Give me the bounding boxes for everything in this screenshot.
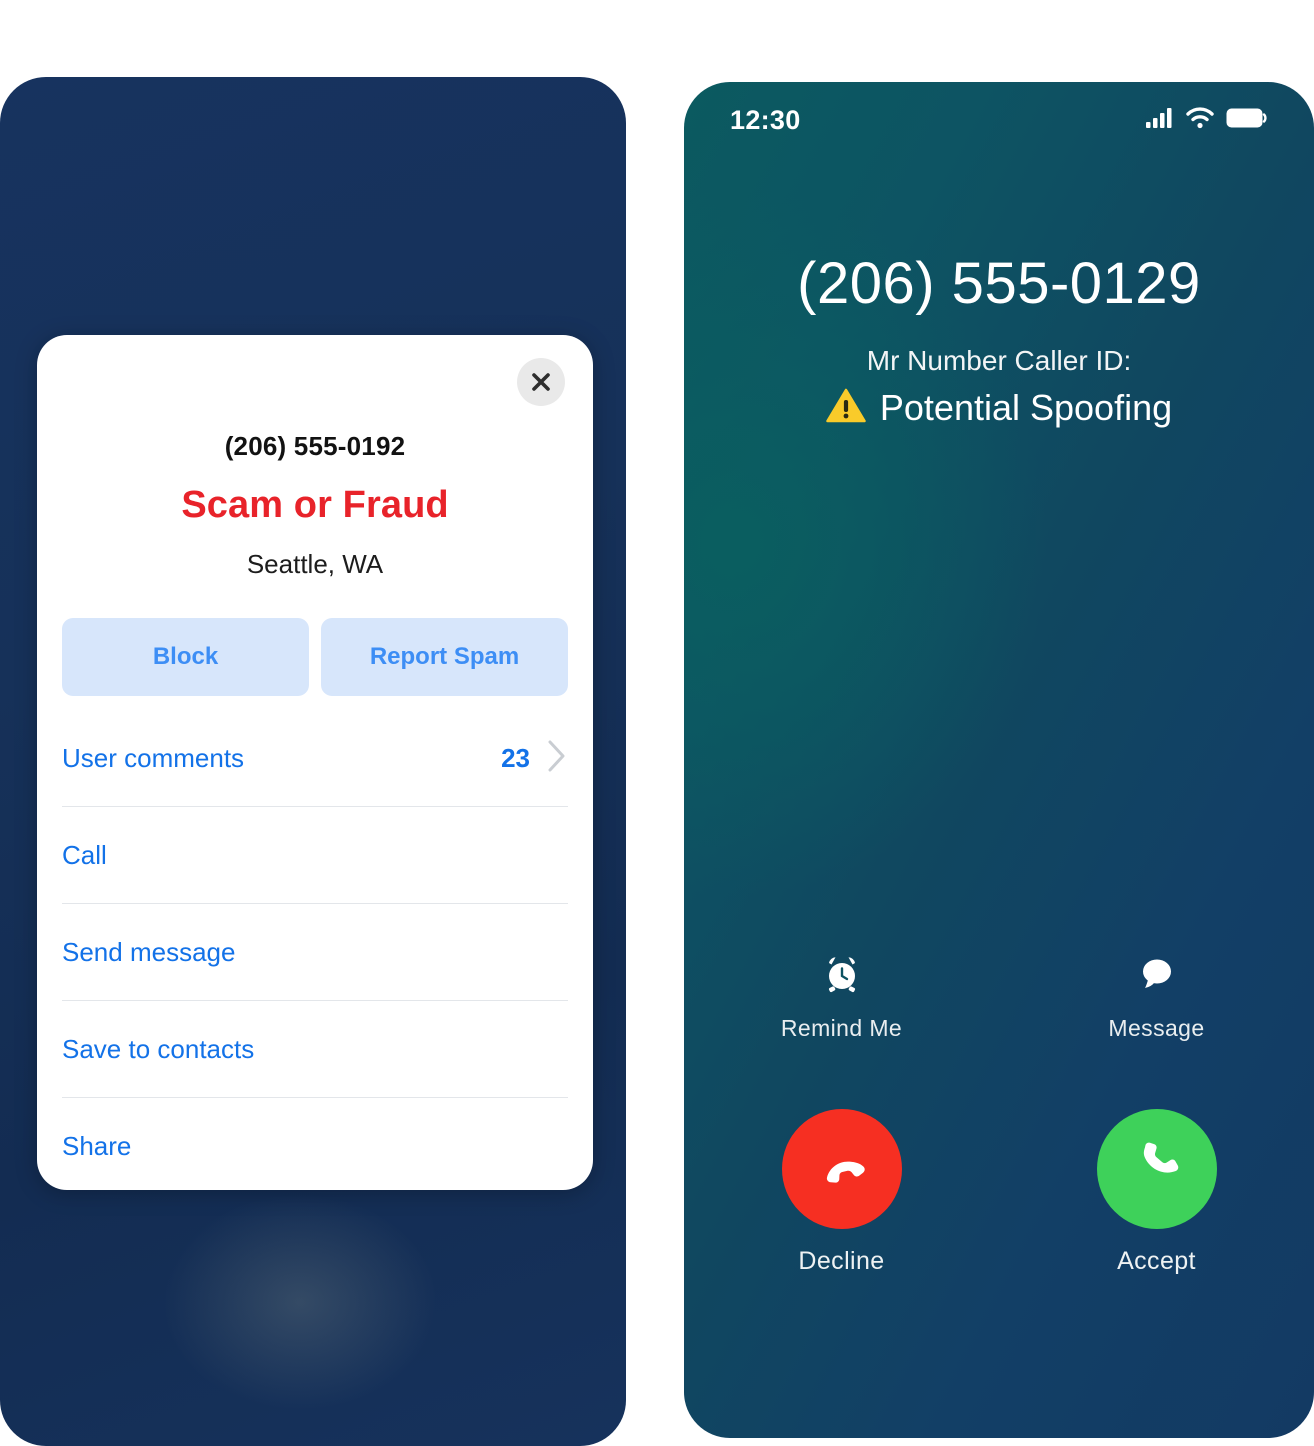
accept-circle [1096,1109,1217,1229]
remind-me-button[interactable]: Remind Me [684,954,999,1042]
menu-item-user-comments[interactable]: User comments 23 [62,710,568,807]
phone-down-icon [811,1136,873,1203]
card-location-label: Seattle, WA [246,549,384,579]
phone-up-icon [1128,1138,1186,1201]
menu-item-trailing: 23 [501,739,568,778]
wifi-icon [1186,106,1214,134]
chevron-right-icon [546,739,568,778]
menu-item-send-message[interactable]: Send message [62,904,568,1001]
remind-me-label: Remind Me [780,1015,903,1041]
decline-circle [781,1109,902,1229]
menu-item-save-to-contacts[interactable]: Save to contacts [62,1001,568,1098]
cellular-signal-icon [1146,107,1174,134]
card-verdict-label: Scam or Fraud [181,484,449,526]
message-bubble-icon [1137,954,1177,999]
decline-label: Decline [798,1247,885,1275]
spam-info-card: (206) 555-0192 Scam or Fraud Seattle, WA… [37,335,593,1190]
secondary-action-row: Remind Me Message [684,954,1314,1042]
call-action-row: Decline Accept [684,1109,1314,1276]
message-label: Message [1108,1015,1205,1041]
report-spam-button[interactable]: Report Spam [321,618,568,696]
left-phone-mockup: (206) 555-0192 Scam or Fraud Seattle, WA… [0,77,626,1446]
close-icon [529,370,553,394]
decline-call-button[interactable]: Decline [684,1109,999,1276]
status-bar-time: 12:30 [730,104,801,135]
warning-triangle-icon [826,388,866,429]
status-bar-icons [1146,106,1268,134]
battery-icon [1226,107,1268,134]
caller-id-label: Mr Number Caller ID: [866,345,1132,376]
menu-item-label: Share [62,1130,132,1161]
alarm-clock-icon [822,954,862,999]
right-phone-mockup: 12:30 (206) 555-0129 Mr Number Caller ID… [684,82,1314,1438]
menu-item-label: Call [62,839,107,870]
menu-item-share[interactable]: Share [62,1098,568,1190]
menu-item-label: User comments [62,742,245,773]
caller-id-status-text: Potential Spoofing [879,387,1173,428]
close-button[interactable] [517,358,565,406]
card-phone-number: (206) 555-0192 [224,431,406,461]
menu-item-call[interactable]: Call [62,807,568,904]
accept-label: Accept [1117,1247,1196,1275]
message-button[interactable]: Message [999,954,1314,1042]
menu-item-label: Send message [62,936,236,967]
status-bar: 12:30 [684,82,1314,158]
menu-item-label: Save to contacts [62,1033,255,1064]
card-menu-list: User comments 23 Call Send message Save [37,710,593,1190]
card-action-row: Block Report Spam [37,580,593,696]
caller-id-status-row: Potential Spoofing [684,377,1314,429]
user-comments-count: 23 [501,742,530,773]
accept-call-button[interactable]: Accept [999,1109,1314,1276]
block-button[interactable]: Block [62,618,309,696]
